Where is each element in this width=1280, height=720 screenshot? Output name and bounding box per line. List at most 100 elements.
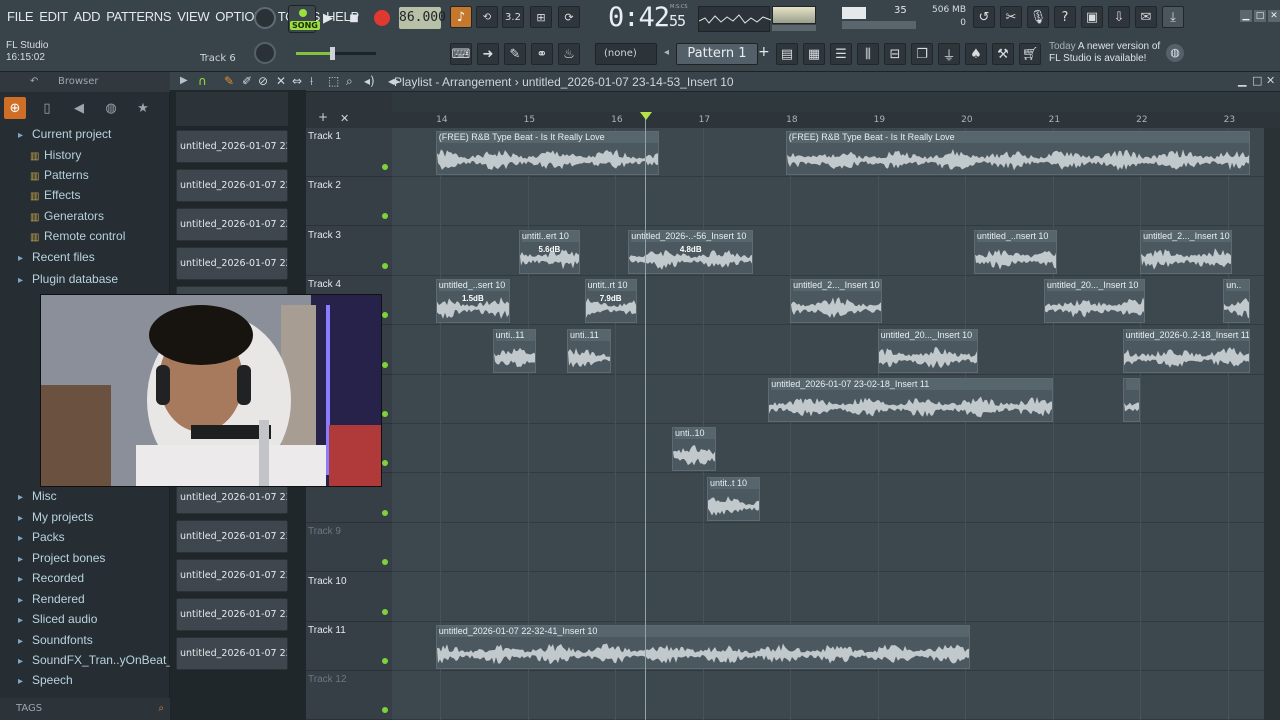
browser-item[interactable]: ▥ History [30, 146, 81, 164]
audio-clip[interactable]: untitled_..sert 10 1.5dB [435, 279, 511, 324]
audio-clip[interactable]: (FREE) R&B Type Beat - Is It Really Love [435, 131, 659, 175]
browser-back-icon[interactable]: ↶ [30, 76, 38, 87]
tempo-display[interactable]: 86.000 [399, 7, 446, 29]
track-header[interactable]: Track 11 [306, 622, 392, 671]
plugin-icon[interactable]: ⏚ [938, 43, 960, 65]
picker-clip[interactable]: untitled_2026-01-07 23-.. [176, 559, 288, 592]
audio-clip[interactable]: untitled_..nsert 10 [973, 229, 1057, 274]
playlist-arrow-icon[interactable]: ▶ [180, 75, 188, 86]
delete-tool-icon[interactable]: ⊘ [258, 74, 268, 88]
track-mute-led-icon[interactable] [382, 262, 388, 269]
record-button[interactable] [374, 10, 390, 26]
track-header[interactable]: Track 10 [306, 573, 392, 622]
browser-item[interactable]: ▸ Misc [18, 487, 57, 505]
track-mute-led-icon[interactable] [382, 559, 388, 566]
tools-icon[interactable]: ♠ [965, 43, 987, 65]
track-mute-led-icon[interactable] [382, 312, 388, 319]
audio-clip[interactable]: untitled_2026-..-56_Insert 10 4.8dB [628, 229, 754, 274]
track-lane[interactable] [392, 474, 1264, 523]
pattern-song-toggle[interactable]: SONG [288, 5, 320, 33]
arrow-icon[interactable]: ➜ [477, 43, 499, 65]
wrench-icon[interactable]: ⚒ [992, 43, 1014, 65]
close-icon[interactable]: ✕ [1268, 10, 1280, 22]
pitch-knob[interactable] [254, 42, 276, 64]
audio-clip[interactable] [1122, 378, 1141, 422]
browser-item[interactable]: ▸ Plugin database [18, 270, 118, 288]
loop-record-icon[interactable]: ⟳ [558, 6, 580, 28]
snap-selector[interactable]: (none) [595, 43, 657, 65]
tag-search-icon[interactable]: ⌕ [158, 698, 164, 720]
browser-item[interactable]: ▸ Sliced audio [18, 610, 97, 628]
audio-clip[interactable]: untitled_2..._Insert 10 [1140, 229, 1232, 274]
step-edit-icon[interactable]: ⊞ [530, 6, 552, 28]
channel-rack-icon[interactable]: ▦ [803, 43, 825, 65]
slip-tool-icon[interactable]: ⇔ [292, 74, 302, 88]
tags-bar[interactable]: TAGS ⌕ [0, 698, 170, 720]
microphone-icon[interactable]: 🎙︎ [1027, 6, 1049, 28]
track-header[interactable]: Track 9 [306, 523, 392, 573]
audio-clip[interactable]: untit..rt 10 7.9dB [584, 279, 637, 324]
fader-icon[interactable]: ⫼ [857, 43, 879, 65]
track-header[interactable]: Track 3 [306, 227, 392, 276]
draw-tool-icon[interactable]: ✎ [224, 74, 234, 88]
track-lane[interactable] [392, 671, 1264, 720]
audio-clip[interactable]: untitled_2..._Insert 10 [790, 279, 882, 324]
help-icon[interactable]: ? [1054, 6, 1076, 28]
browser-tab-file-icon[interactable]: ▯ [36, 97, 58, 119]
stamp-icon[interactable]: ♨ [558, 43, 580, 65]
track-mute-led-icon[interactable] [382, 608, 388, 615]
playhead-marker-icon[interactable] [640, 112, 652, 120]
playlist-minimize-icon[interactable]: ▁ [1238, 74, 1246, 87]
picker-clip[interactable]: untitled_2026-01-07 23-.. [176, 598, 288, 631]
browser-item[interactable]: ▸ SoundFX_Tran..yOnBeat_com [18, 651, 196, 669]
audio-clip[interactable]: untitl..ert 10 5.6dB [518, 229, 581, 274]
globe-icon[interactable]: ◍ [1166, 44, 1184, 62]
maximize-icon[interactable]: □ [1254, 10, 1266, 22]
menu-item-add[interactable]: ADD [71, 9, 104, 24]
mixer-icon[interactable]: ☰ [830, 43, 852, 65]
track-mute-led-icon[interactable] [382, 460, 388, 467]
pen-icon[interactable]: ✎ [504, 43, 526, 65]
track-mute-led-icon[interactable] [382, 658, 388, 664]
cut-icon[interactable]: ✂ [1000, 6, 1022, 28]
timeline-ruler[interactable]: 14 15 16 17 18 19 20 21 22 23 [392, 112, 1280, 128]
playback-tool-icon[interactable]: ◂) [364, 74, 375, 88]
track-mute-led-icon[interactable] [382, 509, 388, 516]
file-icon[interactable]: ❐ [911, 43, 933, 65]
chat-icon[interactable]: ✉ [1135, 6, 1157, 28]
undo-icon[interactable]: ↺ [973, 6, 995, 28]
browser-item[interactable]: ▸ Packs [18, 528, 65, 546]
track-mute-led-icon[interactable] [382, 361, 388, 368]
playlist-icon[interactable]: ▤ [776, 43, 798, 65]
browser-item[interactable]: ▸ Current project [18, 125, 111, 143]
overview-strip[interactable] [392, 92, 1280, 112]
play-button[interactable]: ▶ [318, 7, 338, 29]
picker-clip[interactable]: untitled_2026-01-07 23-.. [176, 520, 288, 553]
track-lane[interactable] [392, 523, 1264, 573]
audio-clip[interactable]: untit..t 10 [707, 476, 760, 521]
select-tool-icon[interactable]: ⬚ [328, 74, 339, 88]
track-lane[interactable] [392, 424, 1264, 474]
track-mute-led-icon[interactable] [382, 164, 388, 170]
browser-item[interactable]: ▸ Speech [18, 671, 73, 689]
news-panel[interactable]: Today A newer version of FL Studio is ava… [1049, 41, 1160, 65]
picker-clip[interactable]: untitled_2026-01-07 22-.. [176, 130, 288, 163]
audio-clip[interactable]: untitled_20..._Insert 10 [877, 328, 979, 373]
picker-clip[interactable]: untitled_2026-01-07 23-.. [176, 637, 288, 670]
audio-clip[interactable]: un.. [1223, 279, 1250, 324]
vertical-scrollbar[interactable] [1264, 128, 1280, 720]
mute-tool-icon[interactable]: ✕ [276, 74, 286, 88]
menu-item-edit[interactable]: EDIT [36, 9, 70, 24]
browser-icon[interactable]: ⊟ [884, 43, 906, 65]
track-mute-led-icon[interactable] [382, 707, 388, 714]
browser-item[interactable]: ▸ Soundfonts [18, 631, 93, 649]
picker-clip[interactable]: untitled_2026-01-07 22-.. [176, 208, 288, 241]
browser-item[interactable]: ▥ Remote control [30, 227, 125, 245]
browser-item[interactable]: ▸ Recent files [18, 248, 95, 266]
audio-clip[interactable]: untitled_2026-0..2-18_Insert 11 [1122, 328, 1250, 373]
picker-clip[interactable]: untitled_2026-01-07 22-.. [176, 169, 288, 202]
browser-item[interactable]: ▸ Recorded [18, 569, 84, 587]
browser-item[interactable]: ▥ Effects [30, 186, 80, 204]
audio-clip[interactable]: untitled_20..._Insert 10 [1043, 279, 1145, 324]
pattern-selector[interactable]: Pattern 1 [676, 43, 758, 65]
